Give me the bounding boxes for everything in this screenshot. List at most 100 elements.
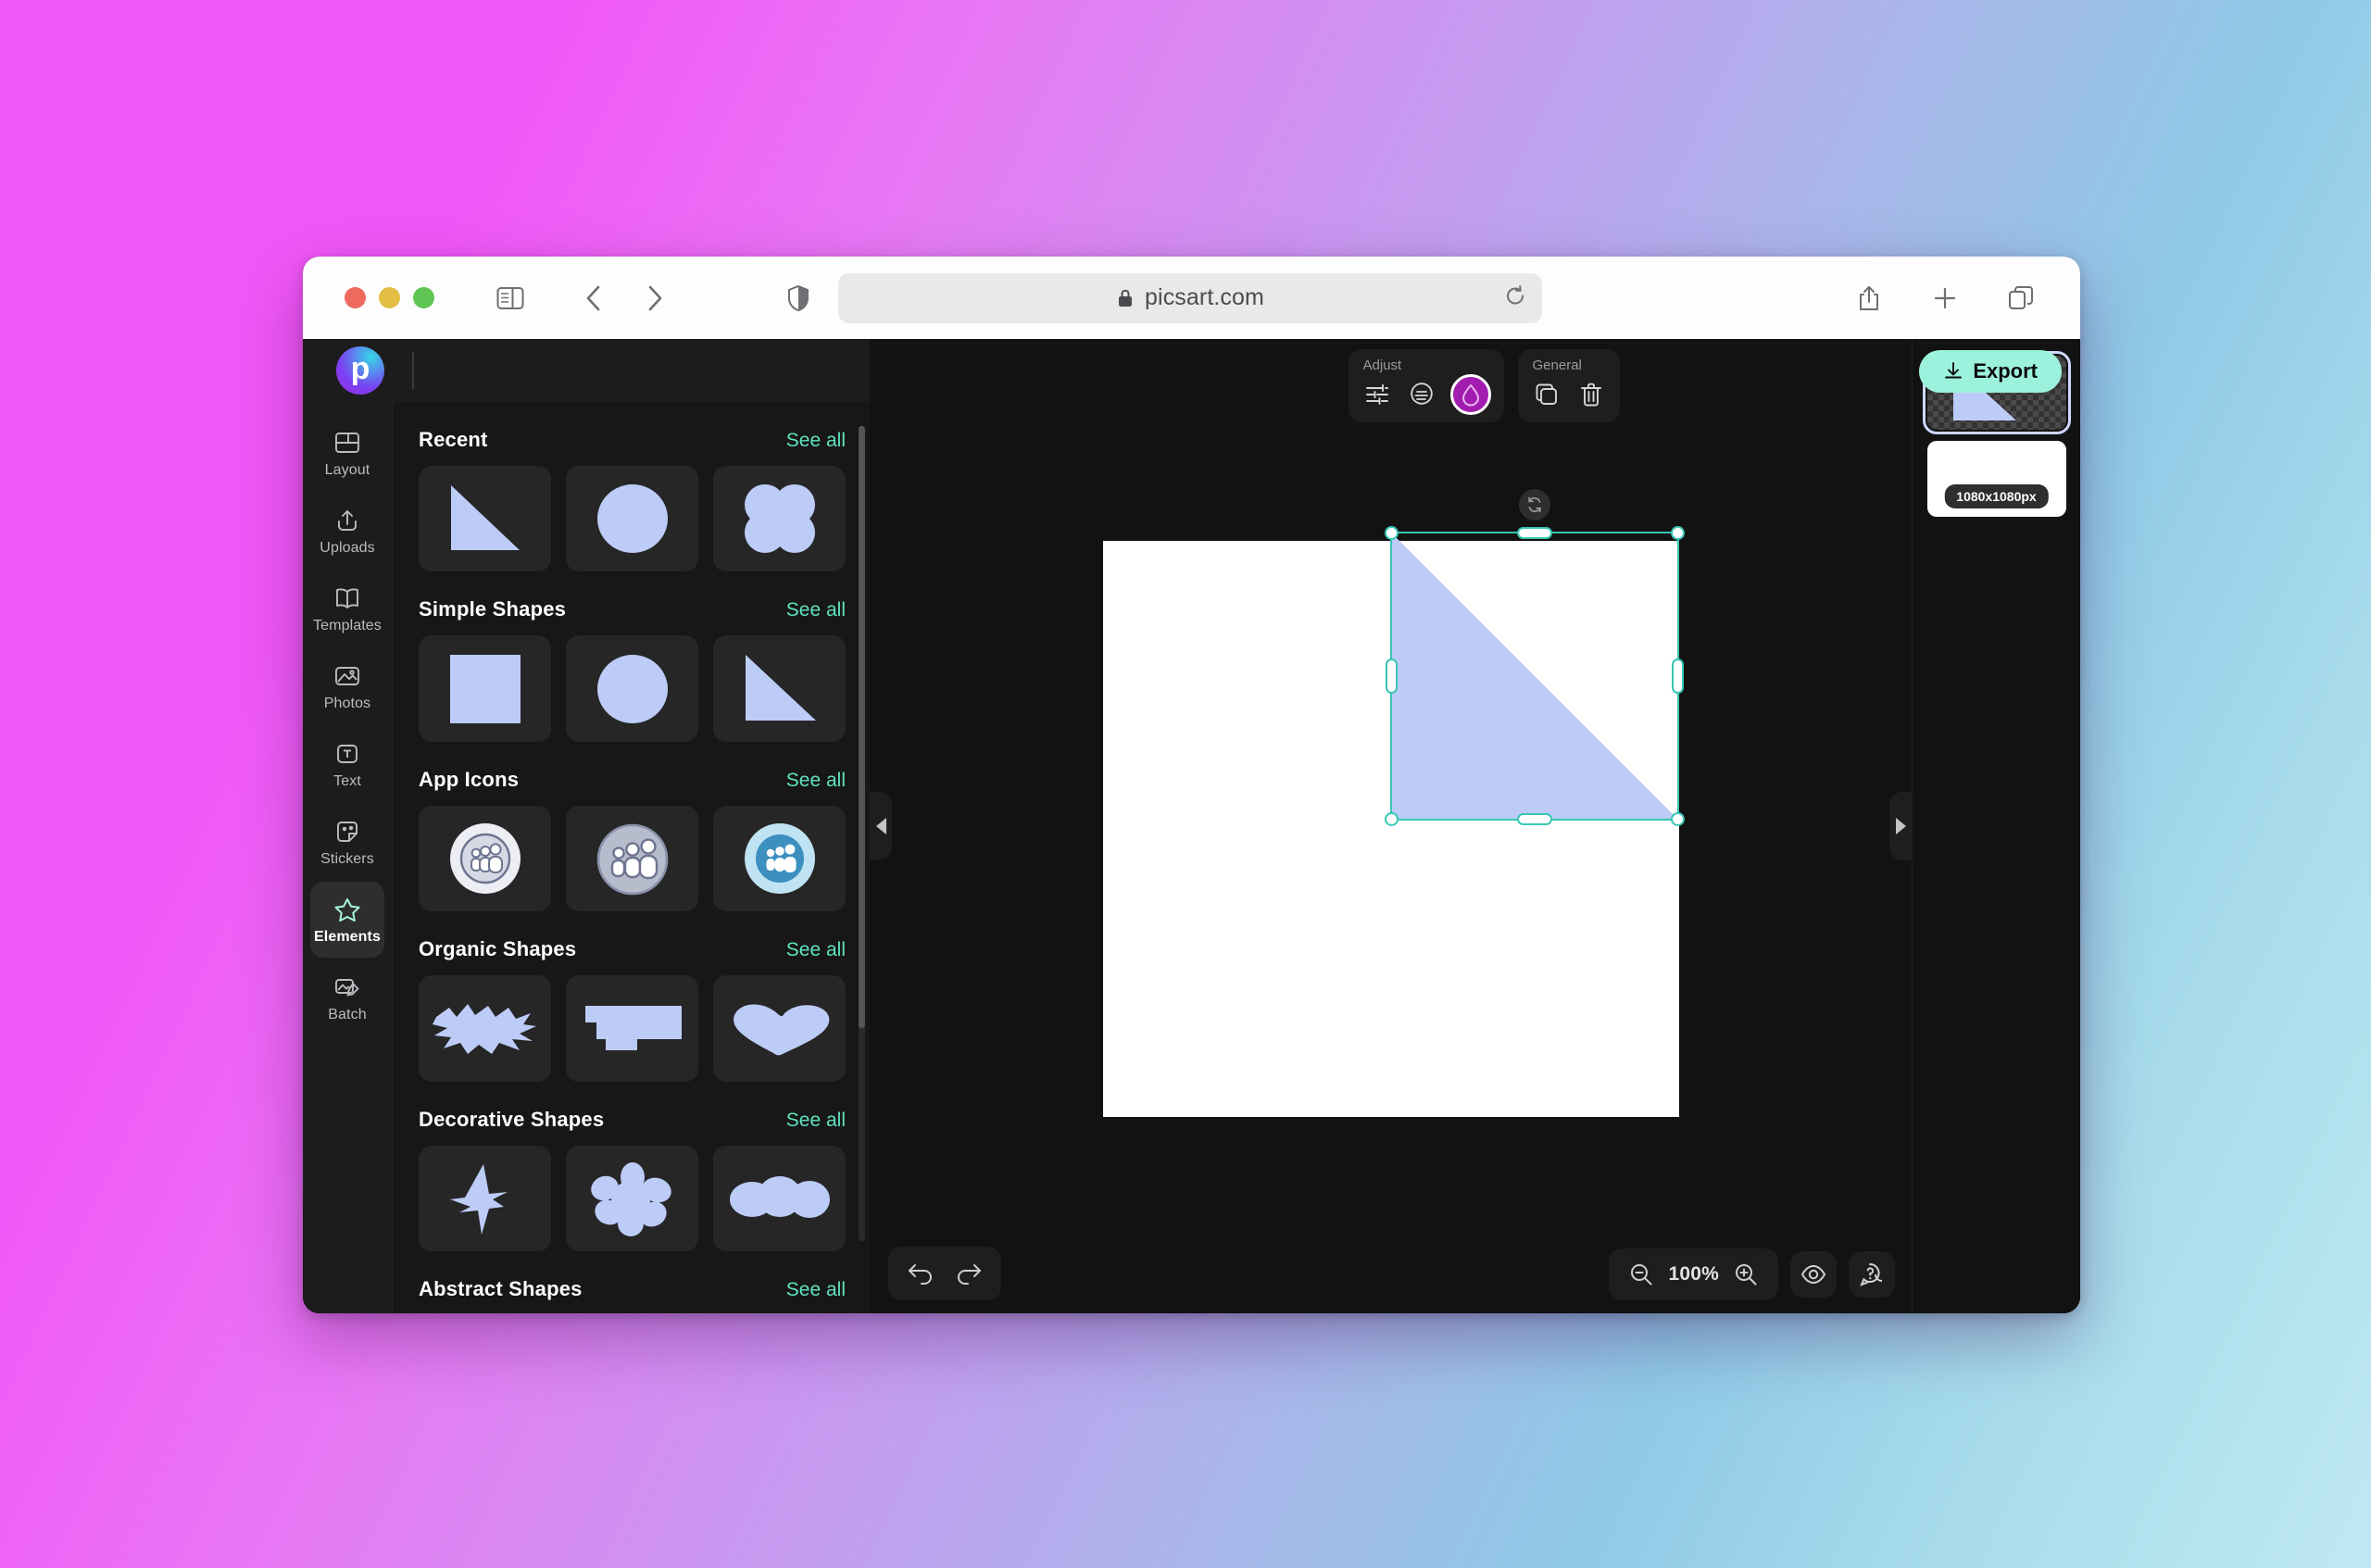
help-icon[interactable] (1849, 1251, 1895, 1298)
sidebar-toggle-icon[interactable] (492, 280, 529, 317)
duplicate-icon[interactable] (1531, 379, 1562, 410)
download-icon (1945, 362, 1963, 379)
section-header-simple-shapes: Simple Shapes See all (419, 597, 846, 621)
sidebar-item-label: Layout (324, 461, 370, 478)
header-divider (412, 352, 414, 389)
blend-icon[interactable] (1406, 379, 1437, 410)
shape-tile-bird[interactable] (419, 1145, 551, 1251)
picsart-editor: p Layout Uploads Templates Photos Text S… (303, 339, 2080, 1313)
tool-rail: Layout Uploads Templates Photos Text Sti… (303, 402, 392, 1313)
tile-grid-decorative-shapes (419, 1145, 846, 1251)
shape-tile-flower[interactable] (566, 1145, 698, 1251)
shape-tile-scribble-blob[interactable] (419, 975, 551, 1082)
undo-icon[interactable] (903, 1256, 938, 1291)
minimize-window-button[interactable] (379, 287, 400, 308)
triangle-shape-icon (450, 485, 520, 551)
see-all-link[interactable]: See all (786, 1110, 846, 1132)
shape-tile-heart-blob[interactable] (713, 975, 846, 1082)
panel-scrollbar-thumb[interactable] (859, 426, 865, 1028)
triple-blob-shape-icon (729, 1175, 830, 1218)
shape-tile-triple-blob[interactable] (713, 1145, 846, 1251)
zoom-controls: 100% (1609, 1248, 1778, 1300)
trash-icon[interactable] (1575, 379, 1607, 410)
zoom-in-icon[interactable] (1728, 1257, 1763, 1292)
elements-panel: Recent See all Simple Shapes See all App… (392, 402, 870, 1313)
zoom-out-icon[interactable] (1624, 1257, 1659, 1292)
section-header-abstract-shapes: Abstract Shapes See all (419, 1277, 846, 1301)
text-icon (337, 744, 358, 763)
shape-tile-triangle[interactable] (713, 635, 846, 742)
app-icon-tile-people-gray[interactable] (566, 805, 698, 912)
see-all-link[interactable]: See all (786, 1279, 846, 1301)
export-container: Export (1919, 350, 2062, 393)
triangle-shape-object[interactable] (1389, 532, 1679, 821)
color-droplet-icon[interactable] (1449, 374, 1491, 415)
canvas-wrapper (1102, 489, 1685, 1117)
section-title: Simple Shapes (419, 597, 567, 621)
people-icon (744, 822, 815, 894)
picsart-logo-icon[interactable]: p (336, 346, 384, 395)
see-all-link[interactable]: See all (786, 430, 846, 452)
toolbar-group-general: General (1517, 349, 1620, 422)
section-title: Organic Shapes (419, 937, 577, 961)
redo-icon[interactable] (951, 1256, 986, 1291)
close-window-button[interactable] (345, 287, 366, 308)
sidebar-item-label: Text (333, 772, 361, 789)
rotate-handle-icon[interactable] (1518, 489, 1550, 521)
see-all-link[interactable]: See all (786, 770, 846, 792)
design-canvas[interactable] (1102, 532, 1679, 1117)
shape-toolbar: Adjust General (1348, 349, 1620, 422)
collapse-right-icon[interactable] (1889, 792, 1912, 860)
app-icon-tile-people-blue[interactable] (713, 805, 846, 912)
back-chevron-icon[interactable] (575, 280, 612, 317)
sidebar-item-text[interactable]: Text (310, 726, 384, 802)
clover-shape-icon (744, 484, 815, 554)
toolbar-group-label: General (1532, 358, 1582, 373)
stickers-icon (337, 821, 358, 842)
shape-tile-circle[interactable] (566, 466, 698, 572)
window-traffic-lights (345, 287, 434, 308)
shape-tile-clover[interactable] (713, 466, 846, 572)
export-button[interactable]: Export (1919, 350, 2062, 393)
maximize-window-button[interactable] (413, 287, 434, 308)
canvas-size-badge: 1080x1080px (1944, 484, 2049, 508)
logo-letter: p (350, 351, 370, 386)
tab-overview-icon[interactable] (2002, 280, 2039, 317)
export-button-label: Export (1973, 359, 2038, 383)
section-header-recent: Recent See all (419, 428, 846, 452)
people-icon (596, 823, 668, 896)
app-icon-tile-people-light[interactable] (419, 805, 551, 912)
address-bar[interactable]: picsart.com (838, 272, 1542, 323)
layer-thumbnail-background[interactable]: 1080x1080px (1926, 441, 2066, 517)
forward-chevron-icon[interactable] (636, 280, 673, 317)
plus-icon[interactable] (1926, 280, 1963, 317)
collapse-left-icon[interactable] (870, 792, 892, 860)
sidebar-item-label: Batch (328, 1006, 367, 1022)
eye-preview-icon[interactable] (1790, 1251, 1837, 1298)
share-icon[interactable] (1850, 280, 1888, 317)
sidebar-item-stickers[interactable]: Stickers (310, 804, 384, 880)
shape-tile-circle[interactable] (566, 635, 698, 742)
shape-tile-stepped-rect[interactable] (566, 975, 698, 1082)
left-column: p Layout Uploads Templates Photos Text S… (303, 339, 870, 1313)
see-all-link[interactable]: See all (786, 939, 846, 961)
flower-shape-icon (590, 1161, 671, 1236)
see-all-link[interactable]: See all (786, 599, 846, 621)
sliders-icon[interactable] (1361, 379, 1393, 410)
reload-icon[interactable] (1504, 284, 1526, 311)
shape-tile-triangle[interactable] (419, 466, 551, 572)
sidebar-item-uploads[interactable]: Uploads (310, 493, 384, 569)
canvas-area: Adjust General 100% (870, 339, 1912, 1313)
shape-tile-square[interactable] (419, 635, 551, 742)
browser-window: picsart.com p Layout Uploads Templates P… (303, 257, 2080, 1313)
sidebar-item-photos[interactable]: Photos (310, 648, 384, 724)
bird-shape-icon (449, 1163, 508, 1235)
sidebar-item-templates[interactable]: Templates (310, 571, 384, 646)
tile-grid-organic-shapes (419, 975, 846, 1082)
sidebar-item-batch[interactable]: Batch (310, 960, 384, 1035)
toolbar-group-label: Adjust (1362, 358, 1402, 373)
sidebar-item-layout[interactable]: Layout (310, 415, 384, 491)
sidebar-item-elements[interactable]: Elements (310, 882, 384, 958)
shield-privacy-icon[interactable] (780, 280, 817, 317)
tile-grid-app-icons (419, 805, 846, 912)
